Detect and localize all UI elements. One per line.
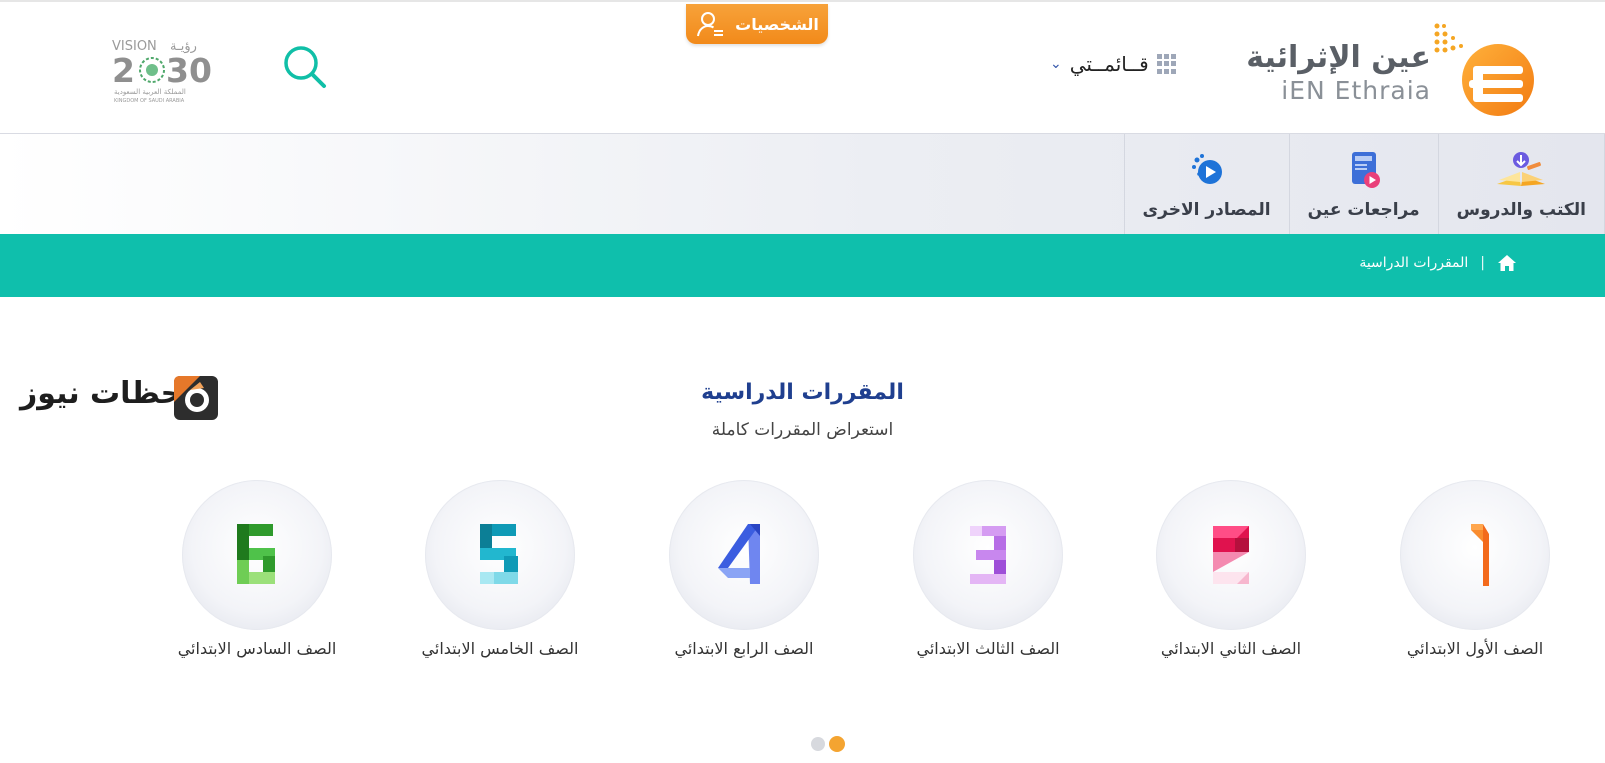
watermark-text: لحظات نيوز [20,376,194,411]
pager-dot-1[interactable] [811,737,825,751]
number-3-icon [970,526,1006,584]
brand-name-english: iEN Ethraia [1281,76,1431,105]
nav-item-other-sources[interactable]: المصادر الاخرى [1123,134,1289,234]
grade-label: الصف الخامس الابتدائي [421,639,579,658]
svg-text:المملكة العربية السعودية: المملكة العربية السعودية [114,88,186,96]
grade-label: الصف الثالث الابتدائي [916,639,1060,658]
watermark-logo: لحظات نيوز [20,372,225,428]
breadcrumb-current: المقررات الدراسية [1359,255,1469,271]
svg-text:KINGDOM OF SAUDI ARABIA: KINGDOM OF SAUDI ARABIA [114,98,185,104]
nav-label-other-sources: المصادر الاخرى [1142,200,1271,220]
site-header: الشخصيات عين الإثرائية iEN Ethraia ⌄ قــ… [0,0,1605,134]
camera-watermark-icon [174,376,218,420]
grade-circle [669,480,819,630]
carousel-pager [811,736,845,752]
brand-name-arabic: عين الإثرائية [1246,40,1431,75]
brand[interactable]: عين الإثرائية iEN Ethraia [1246,20,1543,120]
person-list-icon [697,12,724,37]
grade-circle [1156,480,1306,630]
section-title: المقررات الدراسية [701,380,904,405]
nav-items: الكتب والدروس مراجعات عين المصادر الاخرى [1123,134,1605,234]
breadcrumb-separator: | [1480,255,1485,271]
grade-circle [913,480,1063,630]
number-5-icon [480,524,518,584]
grid-menu-icon [1156,54,1177,74]
my-list-label: قــائمــتي [1069,52,1149,76]
number-6-icon [237,524,275,584]
nav-label-ien-reviews: مراجعات عين [1307,200,1420,220]
persons-tab-label: الشخصيات [735,14,819,34]
breadcrumb-bar: | المقررات الدراسية [0,234,1605,297]
grade-label: الصف الثاني الابتدائي [1160,639,1302,658]
other-sources-icon [1191,154,1222,184]
search-icon[interactable] [282,44,328,90]
grade-circle [425,480,575,630]
vision-2030-logo[interactable]: VISION رؤيـة 2 30 المملكة العربية السعود… [112,34,216,104]
section-subtitle[interactable]: استعراض المقررات كاملة [0,420,1605,440]
ien-logo-icon [1434,23,1534,116]
my-list-menu[interactable]: ⌄ قــائمــتي [1050,52,1177,76]
grade-label: الصف الأول الابتدائي [1406,639,1544,658]
persons-tab[interactable]: الشخصيات [686,4,828,44]
number-1-icon [1471,524,1489,586]
breadcrumb: | المقررات الدراسية [1359,254,1517,272]
nav-item-ien-reviews[interactable]: مراجعات عين [1288,134,1438,234]
grade-card-4[interactable]: الصف الرابع الابتدائي [644,480,844,658]
grades-carousel: الصف الأول الابتدائي الصف الثاني الابتدا… [0,480,1605,660]
grade-card-2[interactable]: الصف الثاني الابتدائي [1131,480,1331,658]
grade-card-6[interactable]: الصف السادس الابتدائي [157,480,357,658]
grade-card-3[interactable]: الصف الثالث الابتدائي [888,480,1088,658]
grade-circle [182,480,332,630]
home-icon[interactable] [1497,254,1517,272]
pager-dot-2-active[interactable] [829,736,845,752]
number-2-icon [1213,526,1249,584]
number-4-icon [718,524,760,584]
books-lessons-icon [1497,152,1546,186]
grade-label: الصف الرابع الابتدائي [674,639,814,658]
svg-text:2: 2 [112,51,135,90]
grade-card-1[interactable]: الصف الأول الابتدائي [1375,480,1575,658]
grade-card-5[interactable]: الصف الخامس الابتدائي [400,480,600,658]
reviews-notebook-icon [1351,152,1380,188]
nav-label-books-lessons: الكتب والدروس [1456,200,1586,220]
grade-circle [1400,480,1550,630]
vision-2030-emblem-icon: VISION رؤيـة 2 30 المملكة العربية السعود… [112,39,212,104]
chevron-down-icon: ⌄ [1050,56,1062,72]
svg-text:30: 30 [166,51,212,90]
main-nav: الكتب والدروس مراجعات عين المصادر الاخرى [0,134,1605,234]
grade-label: الصف السادس الابتدائي [177,639,337,658]
nav-item-books-lessons[interactable]: الكتب والدروس [1437,134,1605,234]
